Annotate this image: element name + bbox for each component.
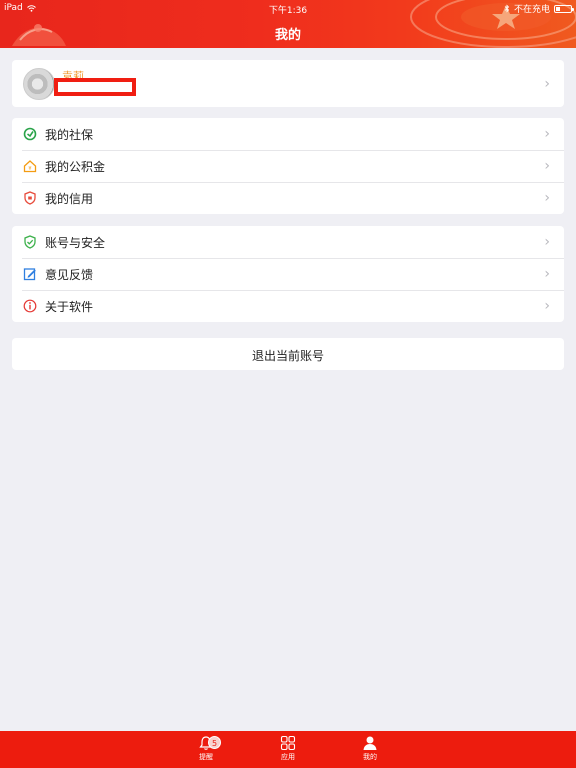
shield-check-icon	[24, 235, 36, 249]
chevron-right-icon: ›	[544, 298, 550, 314]
tab-label: 我的	[363, 753, 377, 761]
menu-item-account-security[interactable]: 账号与安全 ›	[12, 226, 564, 258]
status-time: 下午1:36	[268, 6, 308, 16]
bluetooth-icon	[504, 4, 510, 13]
redacted-info	[54, 78, 136, 96]
chevron-right-icon: ›	[544, 190, 550, 206]
status-right: 不在充电	[504, 2, 574, 15]
svg-text:¥: ¥	[28, 166, 31, 172]
menu-item-label: 账号与安全	[45, 236, 106, 250]
menu-item-label: 关于软件	[45, 300, 94, 314]
notification-badge: 5	[208, 736, 221, 749]
chevron-right-icon: ›	[544, 266, 550, 282]
chevron-right-icon: ›	[544, 126, 550, 142]
header: iPad 下午1:36 不在充电 我的	[0, 0, 576, 48]
tab-mine[interactable]: 我的	[350, 735, 390, 768]
battery-level	[556, 6, 560, 11]
tab-label: 提醒	[199, 753, 213, 761]
menu-group-settings: 账号与安全 › 意见反馈 › 关于软件 ›	[12, 226, 564, 322]
menu-item-label: 我的公积金	[45, 160, 106, 174]
avatar[interactable]	[23, 68, 55, 100]
profile-card[interactable]: 袁莉 ›	[12, 60, 564, 107]
chevron-right-icon: ›	[544, 158, 550, 174]
menu-item-social-security[interactable]: 我的社保 ›	[12, 118, 564, 150]
logout-button[interactable]: 退出当前账号	[12, 338, 564, 370]
menu-item-label: 意见反馈	[45, 268, 94, 282]
page: iPad 下午1:36 不在充电 我的 袁莉 › 我的社保 › ¥ 我的公积金 …	[0, 0, 576, 768]
tab-reminders[interactable]: 5 提醒	[186, 735, 226, 768]
tab-apps[interactable]: 应用	[268, 735, 308, 768]
info-icon	[23, 299, 37, 313]
person-icon	[363, 736, 377, 750]
menu-item-label: 我的社保	[45, 128, 94, 142]
logout-label: 退出当前账号	[251, 349, 324, 363]
charging-status: 不在充电	[513, 5, 550, 15]
menu-item-feedback[interactable]: 意见反馈 ›	[12, 258, 564, 290]
housing-fund-icon: ¥	[23, 160, 37, 173]
chevron-right-icon: ›	[544, 76, 550, 92]
menu-item-about[interactable]: 关于软件 ›	[12, 290, 564, 322]
menu-group-services: 我的社保 › ¥ 我的公积金 › 我的信用 ›	[12, 118, 564, 214]
chevron-right-icon: ›	[544, 234, 550, 250]
tab-bar: 5 提醒 应用 我的	[0, 731, 576, 768]
status-bar: iPad 下午1:36 不在充电	[0, 0, 576, 16]
menu-item-housing-fund[interactable]: ¥ 我的公积金 ›	[12, 150, 564, 182]
credit-shield-icon	[24, 191, 36, 205]
social-security-icon	[23, 127, 37, 141]
menu-item-credit[interactable]: 我的信用 ›	[12, 182, 564, 214]
battery-icon	[554, 4, 574, 13]
menu-item-label: 我的信用	[45, 192, 94, 206]
tab-label: 应用	[281, 753, 295, 761]
page-title: 我的	[274, 28, 301, 43]
edit-icon	[23, 268, 36, 281]
apps-grid-icon	[280, 735, 296, 751]
